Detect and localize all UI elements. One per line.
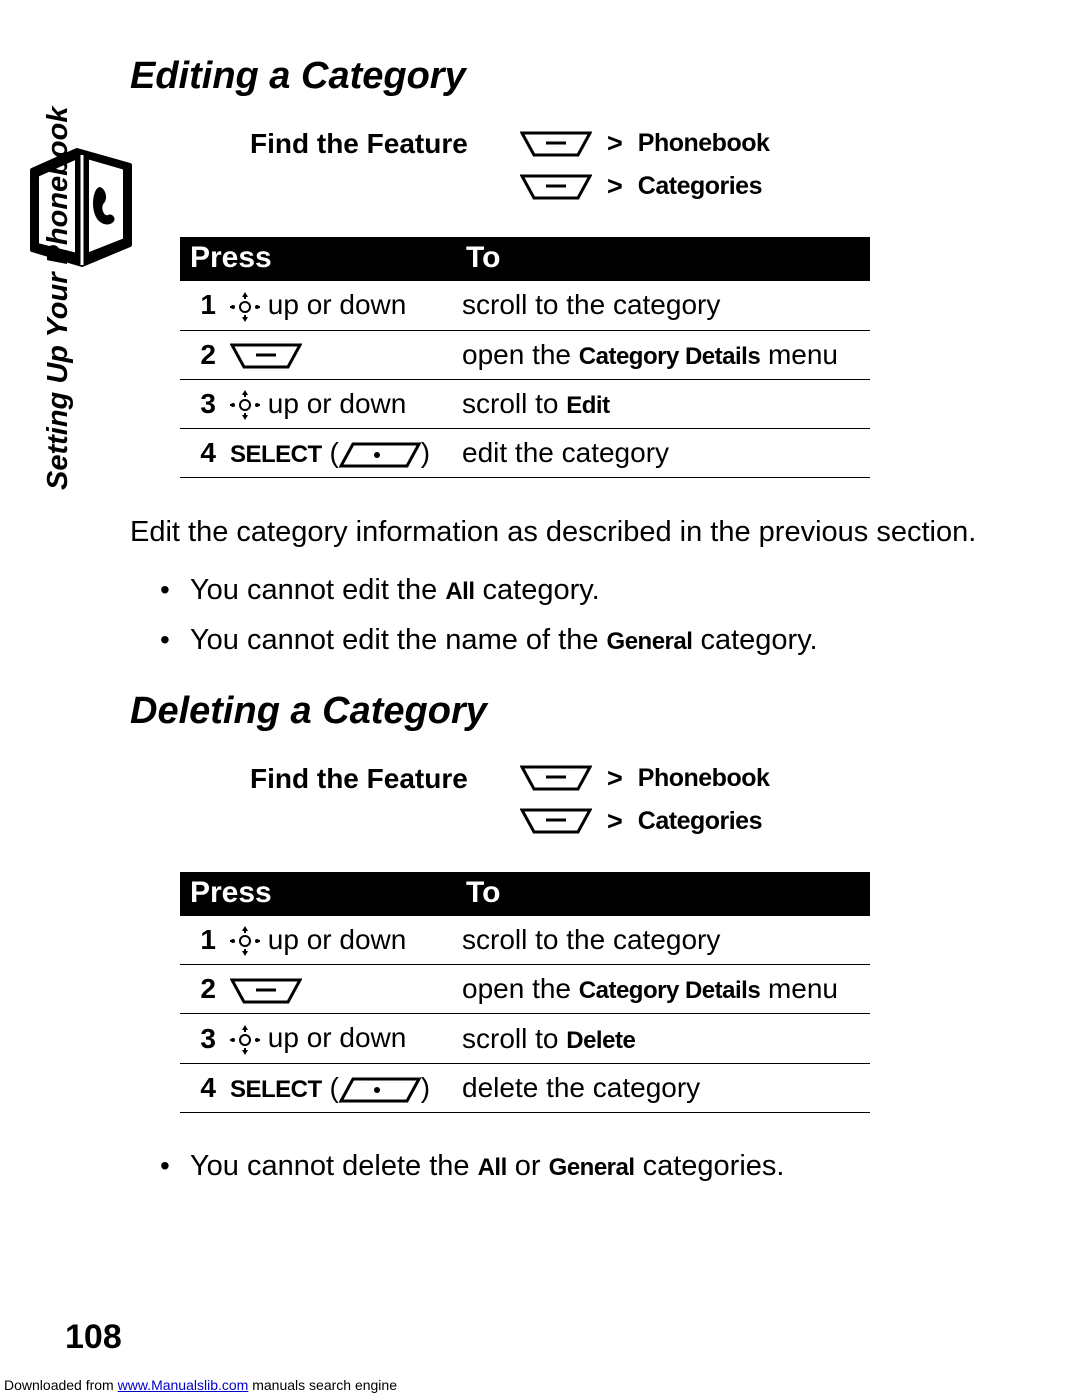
paren-open: ( — [329, 437, 338, 468]
to-before: scroll to — [462, 388, 566, 419]
to-bold: Edit — [566, 392, 609, 419]
table-row: 4 SELECT ( ) delete the category — [180, 1063, 870, 1112]
press-text: up or down — [260, 289, 406, 320]
to-bold: Delete — [566, 1027, 635, 1054]
nav-phonebook-row: > Phonebook — [520, 763, 769, 794]
to-after: menu — [760, 973, 838, 1004]
step-number: 1 — [180, 281, 224, 330]
deleting-bullets: You cannot delete the All or General cat… — [130, 1148, 980, 1186]
editing-steps-table: Press To 1 up or down scroll to the cate… — [180, 237, 870, 478]
to-after: menu — [760, 339, 838, 370]
col-header-to: To — [456, 872, 870, 916]
table-row: 2 open the Category Details menu — [180, 965, 870, 1014]
menu-key-icon — [520, 174, 592, 200]
paren-close: ) — [421, 1072, 430, 1103]
find-feature-block-2: Find the Feature > Phonebook > Categorie… — [190, 763, 980, 837]
paren-open: ( — [329, 1072, 338, 1103]
col-header-to: To — [456, 237, 870, 281]
nav-stick-icon — [230, 926, 260, 956]
footer-attribution: Downloaded from www.Manualslib.com manua… — [0, 1373, 401, 1397]
to-text: edit the category — [462, 437, 669, 468]
breadcrumb-separator: > — [607, 128, 623, 159]
find-feature-label: Find the Feature — [250, 128, 520, 202]
to-bold: Category Details — [579, 977, 760, 1004]
press-text: up or down — [260, 388, 406, 419]
nav-phonebook: Phonebook — [638, 129, 770, 158]
step-number: 3 — [180, 1014, 224, 1064]
to-before: open the — [462, 973, 579, 1004]
heading-deleting-category: Deleting a Category — [130, 690, 980, 733]
step-number: 1 — [180, 916, 224, 965]
nav-categories: Categories — [638, 807, 762, 836]
nav-phonebook-row: > Phonebook — [520, 128, 769, 159]
step-number: 3 — [180, 379, 224, 429]
list-item: You cannot edit the name of the General … — [160, 622, 980, 660]
breadcrumb-separator: > — [607, 763, 623, 794]
step-number: 4 — [180, 429, 224, 478]
step-number: 2 — [180, 330, 224, 379]
menu-key-icon — [230, 343, 302, 369]
menu-key-icon — [520, 808, 592, 834]
breadcrumb-separator: > — [607, 171, 623, 202]
phonebook-icon — [22, 145, 142, 275]
select-key-icon — [339, 1077, 421, 1103]
nav-stick-icon — [230, 292, 260, 322]
select-label: SELECT — [230, 1076, 322, 1103]
breadcrumb-separator: > — [607, 806, 623, 837]
editing-bullets: You cannot edit the All category. You ca… — [130, 572, 980, 659]
step-number: 2 — [180, 965, 224, 1014]
find-feature-block-1: Find the Feature > Phonebook > Categorie… — [190, 128, 980, 202]
table-row: 3 up or down scroll to Delete — [180, 1014, 870, 1064]
to-bold: Category Details — [579, 343, 760, 370]
page-number: 108 — [65, 1318, 122, 1357]
select-key-icon — [339, 442, 421, 468]
menu-key-icon — [520, 765, 592, 791]
body-paragraph: Edit the category information as describ… — [130, 513, 980, 552]
list-item: You cannot delete the All or General cat… — [160, 1148, 980, 1186]
to-text: delete the category — [462, 1072, 700, 1103]
find-feature-label: Find the Feature — [250, 763, 520, 837]
press-text: up or down — [260, 1022, 406, 1053]
heading-editing-category: Editing a Category — [130, 55, 980, 98]
to-text: scroll to the category — [462, 289, 720, 320]
table-row: 4 SELECT ( ) edit the category — [180, 429, 870, 478]
nav-phonebook: Phonebook — [638, 764, 770, 793]
nav-categories-row: > Categories — [520, 806, 769, 837]
list-item: You cannot edit the All category. — [160, 572, 980, 610]
table-row: 1 up or down scroll to the category — [180, 281, 870, 330]
to-before: scroll to — [462, 1023, 566, 1054]
table-row: 2 open the Category Details menu — [180, 330, 870, 379]
side-section-label: Setting Up Your Phonebook — [42, 107, 75, 490]
deleting-steps-table: Press To 1 up or down scroll to the cate… — [180, 872, 870, 1113]
nav-categories: Categories — [638, 172, 762, 201]
to-text: scroll to the category — [462, 924, 720, 955]
footer-link[interactable]: www.Manualslib.com — [118, 1377, 249, 1393]
to-before: open the — [462, 339, 579, 370]
paren-close: ) — [421, 437, 430, 468]
select-label: SELECT — [230, 441, 322, 468]
step-number: 4 — [180, 1063, 224, 1112]
col-header-press: Press — [180, 237, 456, 281]
nav-stick-icon — [230, 390, 260, 420]
nav-categories-row: > Categories — [520, 171, 769, 202]
table-row: 1 up or down scroll to the category — [180, 916, 870, 965]
menu-key-icon — [520, 131, 592, 157]
menu-key-icon — [230, 978, 302, 1004]
press-text: up or down — [260, 924, 406, 955]
nav-stick-icon — [230, 1025, 260, 1055]
table-row: 3 up or down scroll to Edit — [180, 379, 870, 429]
col-header-press: Press — [180, 872, 456, 916]
